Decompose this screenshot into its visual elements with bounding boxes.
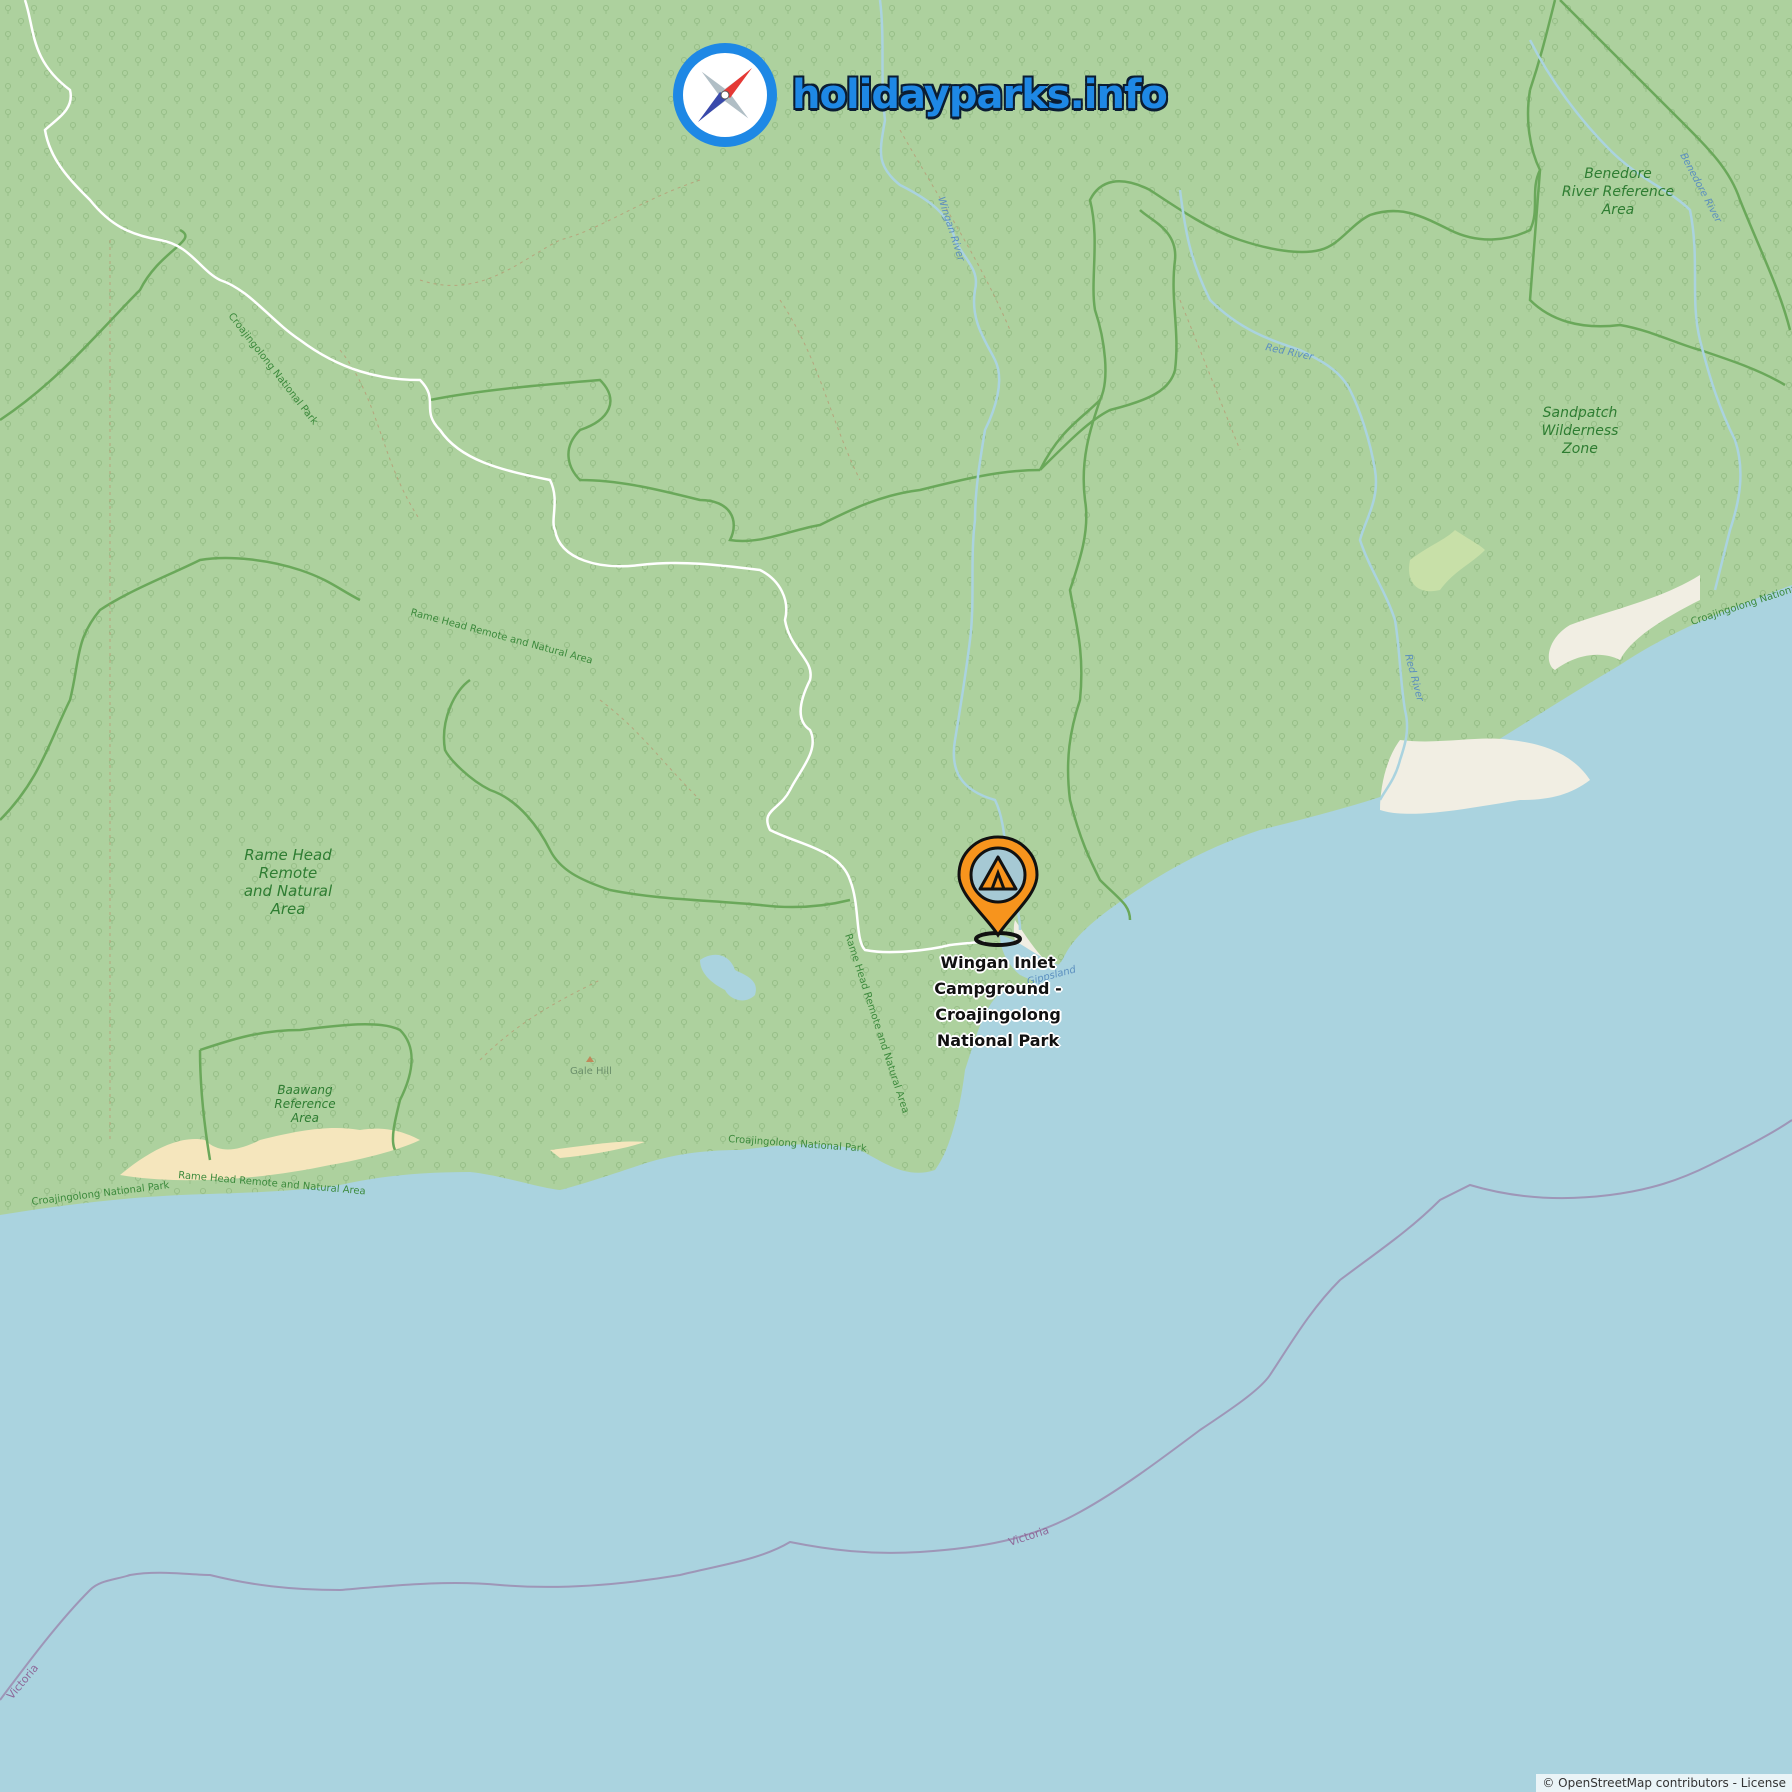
label-gale-hill: Gale Hill — [570, 1066, 612, 1077]
brand-logo[interactable]: holidayparks.info — [670, 40, 1168, 150]
map-attribution: © OpenStreetMap contributors - License — [1536, 1774, 1792, 1792]
compass-icon — [673, 43, 777, 147]
campground-label[interactable]: Wingan Inlet Campground - Croajingolong … — [928, 950, 1068, 1054]
license-link[interactable]: License — [1741, 1776, 1786, 1790]
rame-head-line-1: Rame Head — [244, 846, 332, 864]
sandpatch-line-1: Sandpatch — [1543, 405, 1618, 421]
brand-name: holidayparks.info — [792, 72, 1168, 118]
campground-marker[interactable] — [955, 835, 1041, 947]
rame-head-line-4: Area — [270, 900, 306, 918]
osm-copyright-link[interactable]: © OpenStreetMap contributors — [1542, 1776, 1728, 1790]
sandpatch-line-3: Zone — [1561, 441, 1598, 457]
baawang-line-1: Baawang — [277, 1083, 333, 1097]
tent-pin-icon — [957, 835, 1039, 947]
rame-head-line-3: and Natural — [244, 882, 333, 900]
baawang-line-2: Reference — [274, 1097, 335, 1111]
attribution-separator: - — [1728, 1776, 1741, 1790]
baawang-line-3: Area — [290, 1111, 319, 1125]
sandpatch-line-2: Wilderness — [1542, 423, 1619, 439]
benedore-line-2: River Reference — [1562, 184, 1674, 200]
benedore-line-3: Area — [1601, 202, 1635, 218]
rame-head-line-2: Remote — [259, 864, 318, 882]
benedore-line-1: Benedore — [1584, 166, 1652, 182]
map-canvas[interactable]: Rame Head Remote and Natural Area Baawan… — [0, 0, 1792, 1792]
